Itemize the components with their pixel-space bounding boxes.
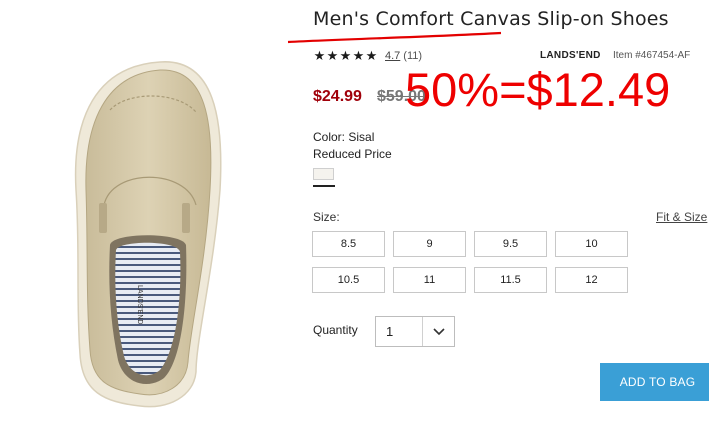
fit-size-link[interactable]: Fit & Size bbox=[656, 210, 707, 224]
size-button[interactable]: 9 bbox=[393, 231, 466, 257]
star-rating: ★ ★ ★ ★ ★ bbox=[313, 49, 378, 63]
quantity-select[interactable]: 1 bbox=[375, 316, 455, 347]
size-button[interactable]: 10.5 bbox=[312, 267, 385, 293]
rating-row[interactable]: ★ ★ ★ ★ ★ 4.7 (11) bbox=[313, 48, 422, 64]
star-icon: ★ bbox=[339, 48, 352, 63]
brand-logo: LANDS'END bbox=[540, 50, 601, 61]
size-button[interactable]: 8.5 bbox=[312, 231, 385, 257]
size-button[interactable]: 9.5 bbox=[474, 231, 547, 257]
add-to-bag-button[interactable]: ADD TO BAG bbox=[600, 363, 709, 401]
swatch-selected-indicator bbox=[313, 185, 335, 187]
size-button[interactable]: 11 bbox=[393, 267, 466, 293]
item-number: Item #467454-AF bbox=[613, 50, 691, 61]
red-marker-underline bbox=[287, 31, 502, 44]
chevron-down-icon[interactable] bbox=[423, 317, 454, 346]
star-icon: ★ bbox=[326, 48, 339, 63]
star-icon: ★ bbox=[365, 48, 378, 63]
sale-price: $24.99 bbox=[313, 88, 362, 105]
size-button[interactable]: 10 bbox=[555, 231, 628, 257]
size-button[interactable]: 11.5 bbox=[474, 267, 547, 293]
quantity-value: 1 bbox=[386, 324, 394, 339]
shoe-illustration: LANDS'END bbox=[74, 61, 222, 408]
product-image: LANDS'END bbox=[0, 0, 300, 421]
color-swatch-sisal[interactable] bbox=[313, 168, 334, 180]
quantity-label: Quantity bbox=[313, 323, 358, 337]
discount-annotation: 50%=$12.49 bbox=[405, 63, 671, 116]
size-label: Size: bbox=[313, 210, 340, 224]
product-title: Men's Comfort Canvas Slip-on Shoes bbox=[313, 8, 669, 30]
rating-value-link[interactable]: 4.7 bbox=[385, 50, 400, 62]
insole-logo: LANDS'END bbox=[136, 285, 143, 324]
star-icon: ★ bbox=[352, 48, 365, 63]
price-note: Reduced Price bbox=[313, 147, 392, 161]
star-icon: ★ bbox=[313, 48, 326, 63]
color-label: Color: Sisal bbox=[313, 130, 375, 144]
rating-count: (11) bbox=[403, 50, 423, 62]
size-button[interactable]: 12 bbox=[555, 267, 628, 293]
